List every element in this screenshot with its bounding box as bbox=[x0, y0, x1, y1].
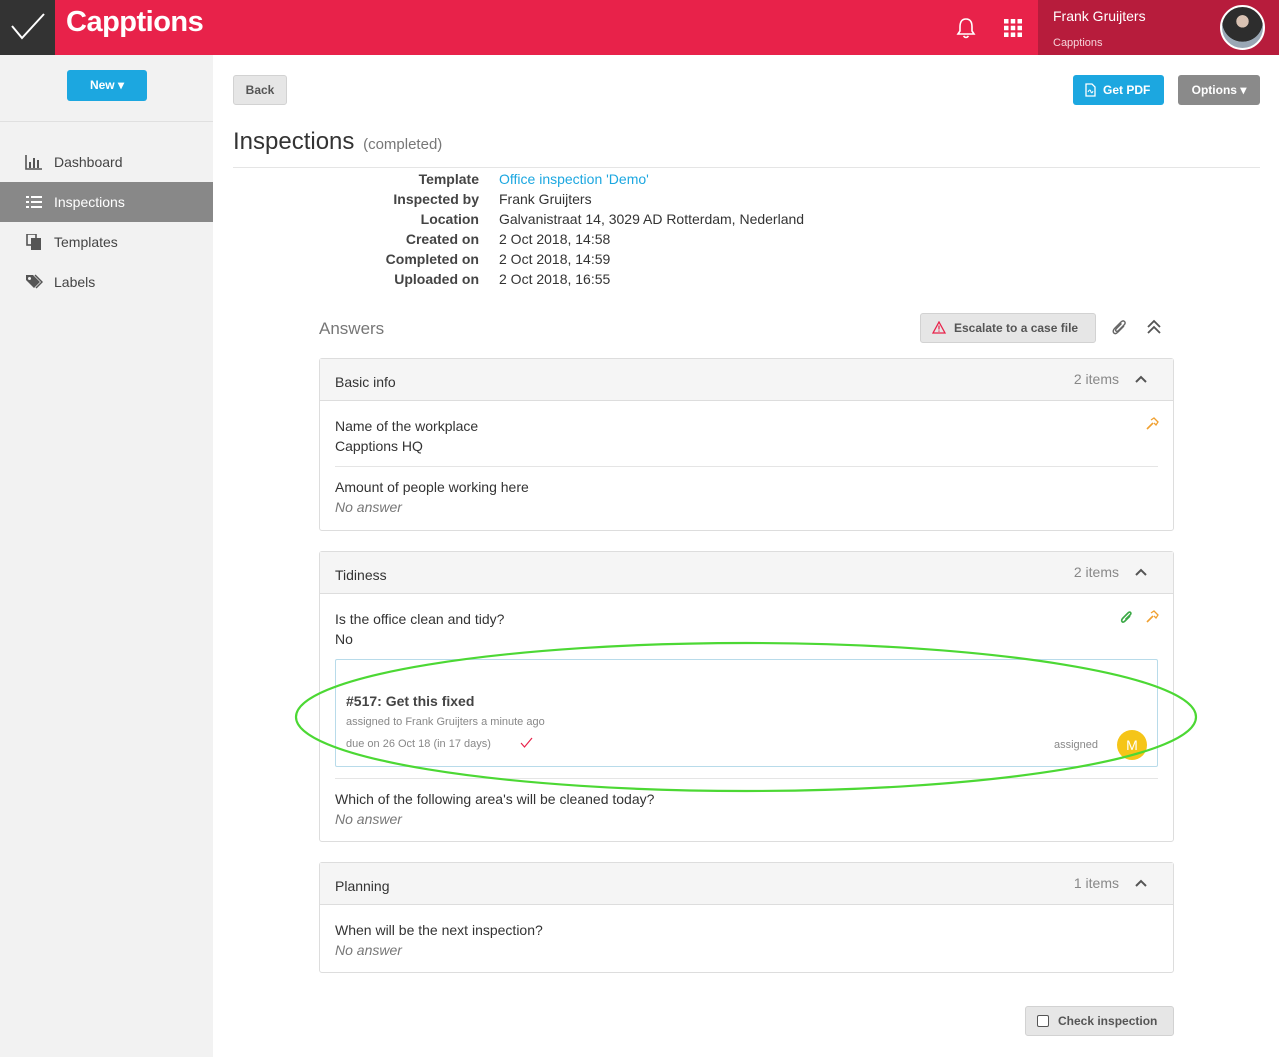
home-logo-button[interactable] bbox=[0, 0, 55, 55]
top-bar: Capptions Frank Gruijters Capptions bbox=[0, 0, 1279, 55]
title-divider bbox=[233, 167, 1260, 168]
section-header[interactable]: Planning 1 items bbox=[320, 863, 1173, 905]
sidebar-item-label: Templates bbox=[54, 234, 118, 250]
section-title: Tidiness bbox=[335, 567, 387, 583]
location-value: Galvanistraat 14, 3029 AD Rotterdam, Ned… bbox=[499, 211, 805, 227]
chevron-up-icon[interactable] bbox=[1135, 567, 1147, 577]
apps-grid-icon[interactable] bbox=[1004, 19, 1022, 37]
caret-down-icon: ▾ bbox=[118, 78, 125, 92]
question-text: Name of the workplace bbox=[335, 418, 479, 434]
copy-icon bbox=[26, 234, 41, 250]
section-count: 1 items bbox=[1073, 875, 1119, 891]
sidebar: New ▾ Dashboard Inspections Templates La… bbox=[0, 55, 213, 1057]
chevron-up-icon[interactable] bbox=[1135, 374, 1147, 384]
template-label: Template bbox=[418, 171, 479, 187]
check-inspection-label: Check inspection bbox=[1058, 1014, 1158, 1028]
sidebar-divider bbox=[0, 121, 213, 122]
section-count: 2 items bbox=[1073, 371, 1119, 387]
section-basic-info: Basic info 2 items Name of the workplace… bbox=[319, 358, 1174, 531]
answers-heading: Answers bbox=[319, 319, 385, 338]
answer-text: No answer bbox=[335, 942, 402, 958]
sidebar-item-labels[interactable]: Labels bbox=[0, 262, 213, 302]
answer-text: No answer bbox=[335, 499, 402, 515]
attachment-icon[interactable] bbox=[1120, 610, 1134, 625]
sidebar-item-inspections[interactable]: Inspections bbox=[0, 182, 213, 222]
page-status: (completed) bbox=[363, 136, 443, 153]
checkmark-icon bbox=[520, 737, 533, 748]
template-link[interactable]: Office inspection 'Demo' bbox=[499, 171, 649, 187]
task-assigned-text: assigned to Frank Gruijters a minute ago bbox=[346, 716, 545, 728]
escalate-button[interactable]: Escalate to a case file bbox=[920, 313, 1096, 343]
uploaded-on-label: Uploaded on bbox=[394, 271, 479, 287]
sidebar-item-templates[interactable]: Templates bbox=[0, 222, 213, 262]
caret-down-icon: ▾ bbox=[1240, 83, 1247, 97]
task-card[interactable]: #517: Get this fixed assigned to Frank G… bbox=[335, 659, 1158, 767]
answer-text: Capptions HQ bbox=[335, 438, 423, 454]
user-organization: Capptions bbox=[1053, 37, 1103, 49]
section-header[interactable]: Basic info 2 items bbox=[320, 359, 1173, 401]
page-title: Inspections (completed) bbox=[233, 128, 442, 156]
bell-icon[interactable] bbox=[955, 16, 977, 40]
user-name: Frank Gruijters bbox=[1053, 8, 1146, 24]
answer-text: No bbox=[335, 631, 353, 647]
inspected-by-label: Inspected by bbox=[393, 191, 479, 207]
new-button-label: New bbox=[89, 78, 115, 92]
user-menu[interactable]: Frank Gruijters Capptions bbox=[1038, 0, 1279, 55]
task-status: assigned bbox=[1054, 739, 1099, 751]
chevron-up-icon[interactable] bbox=[1135, 878, 1147, 888]
brand-logo[interactable]: Capptions bbox=[66, 6, 204, 39]
assignee-avatar: M bbox=[1117, 730, 1147, 760]
sidebar-item-label: Dashboard bbox=[54, 154, 123, 170]
section-count: 2 items bbox=[1073, 564, 1119, 580]
get-pdf-button[interactable]: Get PDF bbox=[1073, 75, 1164, 105]
task-due-text: due on 26 Oct 18 (in 17 days) bbox=[346, 738, 491, 750]
user-avatar[interactable] bbox=[1220, 5, 1265, 50]
completed-on-label: Completed on bbox=[385, 251, 479, 267]
options-button[interactable]: Options ▾ bbox=[1178, 75, 1260, 105]
question-text: Is the office clean and tidy? bbox=[335, 611, 505, 627]
checkbox-icon bbox=[1037, 1015, 1049, 1027]
paperclip-icon[interactable] bbox=[1112, 318, 1128, 336]
section-title: Planning bbox=[335, 878, 390, 894]
section-planning: Planning 1 items When will be the next i… bbox=[319, 862, 1174, 973]
sidebar-item-label: Labels bbox=[54, 274, 96, 290]
back-button[interactable]: Back bbox=[233, 75, 287, 105]
question-text: Which of the following area's will be cl… bbox=[335, 791, 655, 807]
inspected-by-value: Frank Gruijters bbox=[499, 191, 592, 207]
hammer-icon[interactable] bbox=[1145, 610, 1159, 624]
section-header[interactable]: Tidiness 2 items bbox=[320, 552, 1173, 594]
question-text: When will be the next inspection? bbox=[335, 922, 543, 938]
location-label: Location bbox=[420, 211, 479, 227]
answer-text: No answer bbox=[335, 811, 402, 827]
hammer-icon[interactable] bbox=[1145, 417, 1159, 431]
new-button[interactable]: New ▾ bbox=[67, 70, 147, 101]
double-chevron-up-icon[interactable] bbox=[1146, 319, 1162, 335]
completed-on-value: 2 Oct 2018, 14:59 bbox=[499, 251, 611, 267]
task-title[interactable]: #517: Get this fixed bbox=[346, 693, 474, 709]
list-icon bbox=[26, 196, 42, 208]
warning-icon bbox=[932, 321, 946, 334]
page-title-text: Inspections bbox=[233, 128, 355, 155]
sidebar-item-label: Inspections bbox=[54, 194, 125, 210]
sidebar-item-dashboard[interactable]: Dashboard bbox=[0, 142, 213, 182]
uploaded-on-value: 2 Oct 2018, 16:55 bbox=[499, 271, 611, 287]
created-on-value: 2 Oct 2018, 14:58 bbox=[499, 231, 611, 247]
section-title: Basic info bbox=[335, 374, 396, 390]
get-pdf-label: Get PDF bbox=[1103, 83, 1151, 97]
checkmark-logo-icon bbox=[11, 13, 45, 40]
pdf-file-icon bbox=[1085, 83, 1096, 97]
bar-chart-icon bbox=[25, 155, 42, 170]
created-on-label: Created on bbox=[405, 231, 479, 247]
row-divider bbox=[335, 778, 1158, 779]
check-inspection-button[interactable]: Check inspection bbox=[1025, 1006, 1174, 1036]
escalate-label: Escalate to a case file bbox=[954, 321, 1079, 335]
row-divider bbox=[335, 466, 1158, 467]
question-text: Amount of people working here bbox=[335, 479, 529, 495]
options-label: Options bbox=[1191, 83, 1237, 97]
tags-icon bbox=[26, 274, 43, 289]
